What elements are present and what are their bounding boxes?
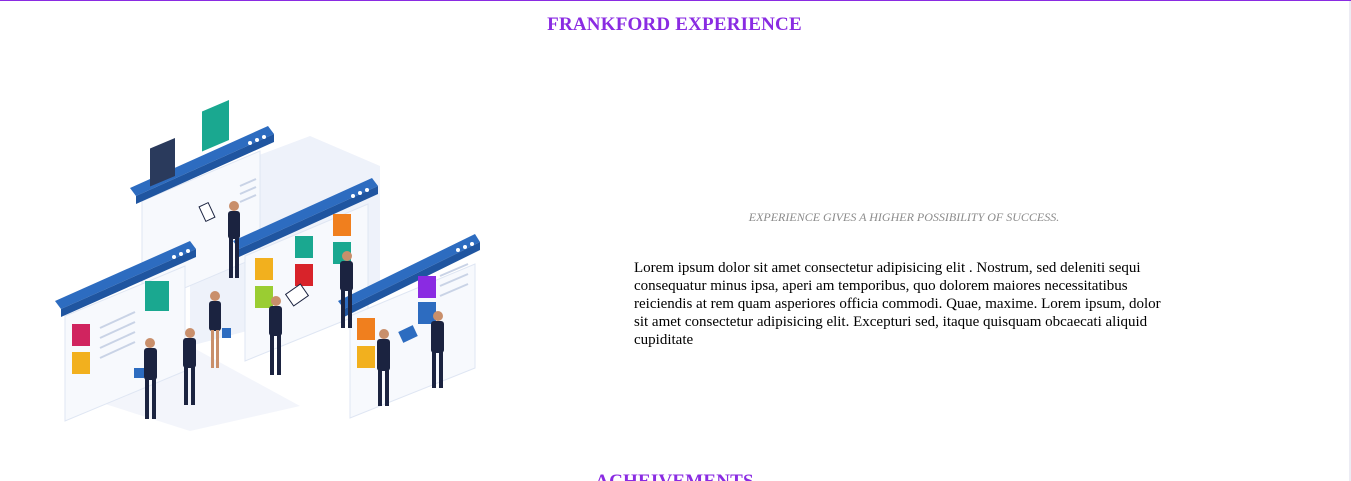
business-people-profiles-illustration [55,100,480,431]
experience-paragraph: Lorem ipsum dolor sit amet consectetur a… [634,260,1161,348]
section-title-experience: FRANKFORD EXPERIENCE [547,14,802,35]
page: FRANKFORD EXPERIENCE EXPERIENCE GIVES A … [0,0,1351,481]
section-title-achievements: ACHEIVEMENTS [0,471,1349,481]
experience-tagline: EXPERIENCE GIVES A HIGHER POSSIBILITY OF… [748,210,1060,224]
